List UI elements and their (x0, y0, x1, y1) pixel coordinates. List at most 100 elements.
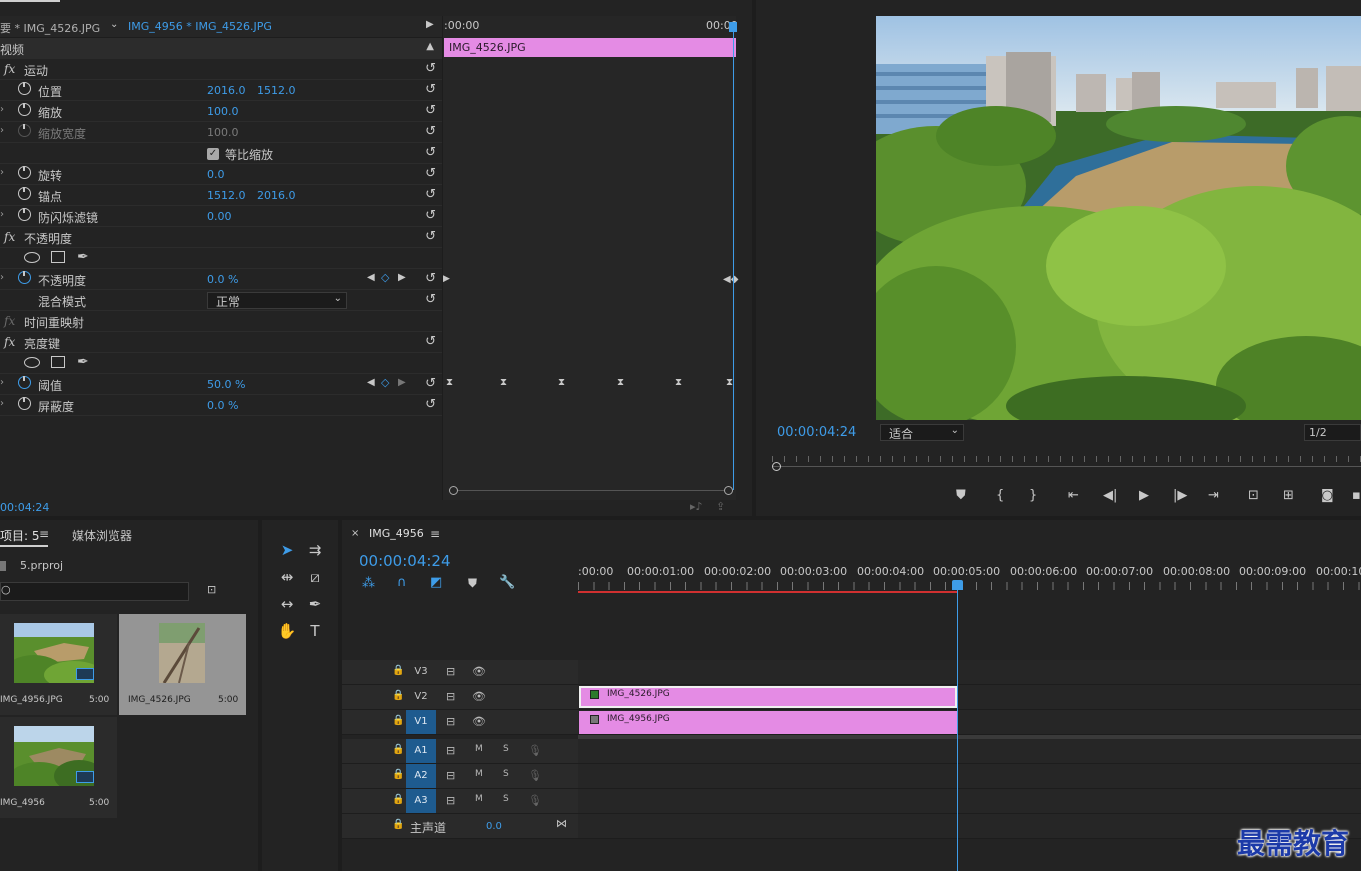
type-tool-icon[interactable]: T (302, 619, 328, 643)
stopwatch-icon[interactable] (18, 397, 31, 410)
reset-icon[interactable]: ↺ (425, 271, 436, 286)
sync-lock-icon[interactable]: ⊟ (446, 744, 455, 757)
program-preview-image[interactable] (876, 16, 1361, 420)
eye-icon[interactable]: 👁 (472, 690, 486, 703)
track-header-v1[interactable]: 🔒 V1 ⊟ 👁 (342, 710, 578, 735)
slip-tool-icon[interactable]: ↔ (274, 592, 300, 616)
expand-arrow-icon[interactable]: › (0, 272, 4, 283)
keyframe-icon[interactable]: ⧗ (726, 377, 733, 388)
reset-icon[interactable]: ↺ (425, 187, 436, 202)
reset-icon[interactable]: ↺ (425, 124, 436, 139)
expand-arrow-icon[interactable]: › (0, 125, 4, 136)
sequence-timecode[interactable]: 00:00:04:24 (359, 552, 451, 570)
blend-mode-select[interactable]: 正常 ⌄ (207, 292, 347, 309)
expand-arrow-icon[interactable]: › (0, 209, 4, 220)
stopwatch-icon[interactable] (18, 187, 31, 200)
sync-lock-icon[interactable]: ⊟ (446, 769, 455, 782)
sync-lock-icon[interactable]: ⊟ (446, 794, 455, 807)
microphone-icon[interactable]: 🎙 (528, 769, 542, 782)
work-area-bar[interactable] (578, 591, 957, 593)
track-header-v3[interactable]: 🔒 V3 ⊟ 👁 (342, 660, 578, 685)
opacity-value[interactable]: 0.0 % (207, 273, 238, 286)
program-timecode[interactable]: 00:00:04:24 (777, 425, 856, 440)
go-to-end-icon[interactable]: ⋈ (556, 817, 567, 830)
expand-arrow-icon[interactable]: › (0, 377, 4, 388)
ripple-edit-tool-icon[interactable]: ⇹ (274, 565, 300, 589)
opacity-effect-row[interactable]: fx 不透明度 ↺ (0, 227, 442, 248)
audio-scrub-icon[interactable]: ▸♪ (690, 500, 703, 513)
microphone-icon[interactable]: 🎙 (528, 744, 542, 757)
track-select-tool-icon[interactable]: ⇉ (302, 538, 328, 562)
sync-lock-icon[interactable]: ⊟ (446, 715, 455, 728)
pen-mask-icon[interactable]: ✒ (77, 249, 89, 265)
rectangle-mask-icon[interactable] (51, 356, 65, 368)
razor-tool-icon[interactable]: ⧄ (302, 565, 328, 589)
wrench-icon[interactable]: 🔧 (499, 575, 515, 590)
expand-arrow-icon[interactable]: › (0, 398, 4, 409)
camera-icon[interactable]: ◙ (1321, 488, 1334, 503)
scroll-handle-right[interactable] (724, 486, 733, 495)
anchor-x-value[interactable]: 1512.0 (207, 189, 246, 202)
snap-icon[interactable]: ∩ (397, 575, 407, 590)
eye-icon[interactable]: 👁 (472, 665, 486, 678)
reset-icon[interactable]: ↺ (425, 334, 436, 349)
step-back-icon[interactable]: ◀| (1103, 488, 1117, 503)
track-lane-a3[interactable] (578, 789, 1361, 814)
effect-clip-bar[interactable]: IMG_4526.JPG (444, 38, 736, 57)
rotation-value[interactable]: 0.0 (207, 168, 225, 181)
scroll-handle-left[interactable] (449, 486, 458, 495)
hand-tool-icon[interactable]: ✋ (274, 619, 300, 643)
project-search-input[interactable]: ○ (0, 582, 189, 601)
lock-icon[interactable]: 🔒 (392, 769, 404, 780)
zoom-scrollbar[interactable] (449, 486, 733, 495)
program-scrubber[interactable] (772, 452, 1361, 474)
reset-icon[interactable]: ↺ (425, 208, 436, 223)
reset-icon[interactable]: ↺ (425, 103, 436, 118)
position-y-value[interactable]: 1512.0 (257, 84, 296, 97)
track-name-a2[interactable]: A2 (406, 764, 436, 788)
scale-value[interactable]: 100.0 (207, 105, 239, 118)
sync-lock-icon[interactable]: ⊟ (446, 690, 455, 703)
hamburger-icon[interactable]: ≡ (430, 527, 440, 541)
fx-icon[interactable]: fx (4, 230, 15, 244)
ellipse-mask-icon[interactable] (24, 252, 40, 263)
sync-lock-icon[interactable]: ⊟ (446, 665, 455, 678)
keyframe-icon[interactable]: ⧗ (446, 377, 453, 388)
reset-icon[interactable]: ↺ (425, 61, 436, 76)
sequence-playhead[interactable] (957, 588, 958, 871)
reset-icon[interactable]: ↺ (425, 145, 436, 160)
mute-button[interactable]: M (475, 794, 483, 804)
ellipse-mask-icon[interactable] (24, 357, 40, 368)
lock-icon[interactable]: 🔒 (392, 744, 404, 755)
track-header-master[interactable]: 🔒 主声道 0.0 ⋈ (342, 814, 578, 839)
button-editor-icon[interactable]: ▪ (1352, 488, 1361, 503)
hamburger-icon[interactable]: ≡ (39, 527, 49, 541)
uniform-scale-checkbox[interactable]: ✓ (207, 148, 219, 160)
lock-icon[interactable]: 🔒 (392, 690, 404, 701)
project-item[interactable]: IMG_4956 5:00 (0, 717, 117, 818)
track-name-v2[interactable]: V2 (406, 685, 436, 709)
position-x-value[interactable]: 2016.0 (207, 84, 246, 97)
lock-icon[interactable]: 🔒 (392, 715, 404, 726)
keyframe-icon[interactable]: ⧗ (617, 377, 624, 388)
export-frame-icon[interactable]: ⇪ (716, 500, 725, 513)
stopwatch-active-icon[interactable] (18, 271, 31, 284)
play-icon[interactable]: ▶ (1139, 488, 1149, 503)
reset-icon[interactable]: ↺ (425, 292, 436, 307)
pen-mask-icon[interactable]: ✒ (77, 354, 89, 370)
fit-select[interactable]: 适合 ⌄ (880, 424, 964, 441)
reset-icon[interactable]: ↺ (425, 166, 436, 181)
selection-tool-icon[interactable]: ➤ (274, 538, 300, 562)
antiflicker-value[interactable]: 0.00 (207, 210, 232, 223)
mute-button[interactable]: M (475, 769, 483, 779)
stopwatch-icon[interactable] (18, 166, 31, 179)
reset-icon[interactable]: ↺ (425, 229, 436, 244)
pen-tool-icon[interactable]: ✒ (302, 592, 328, 616)
effect-playhead[interactable] (733, 24, 734, 490)
track-header-a2[interactable]: 🔒 A2 ⊟ M S 🎙 (342, 764, 578, 789)
playhead-handle[interactable] (952, 580, 963, 590)
track-lane-v3[interactable] (578, 660, 1361, 685)
play-only-clip-icon[interactable]: ▶ (426, 19, 434, 30)
mark-in-icon[interactable]: { (996, 488, 1004, 503)
master-track-value[interactable]: 0.0 (486, 821, 502, 832)
